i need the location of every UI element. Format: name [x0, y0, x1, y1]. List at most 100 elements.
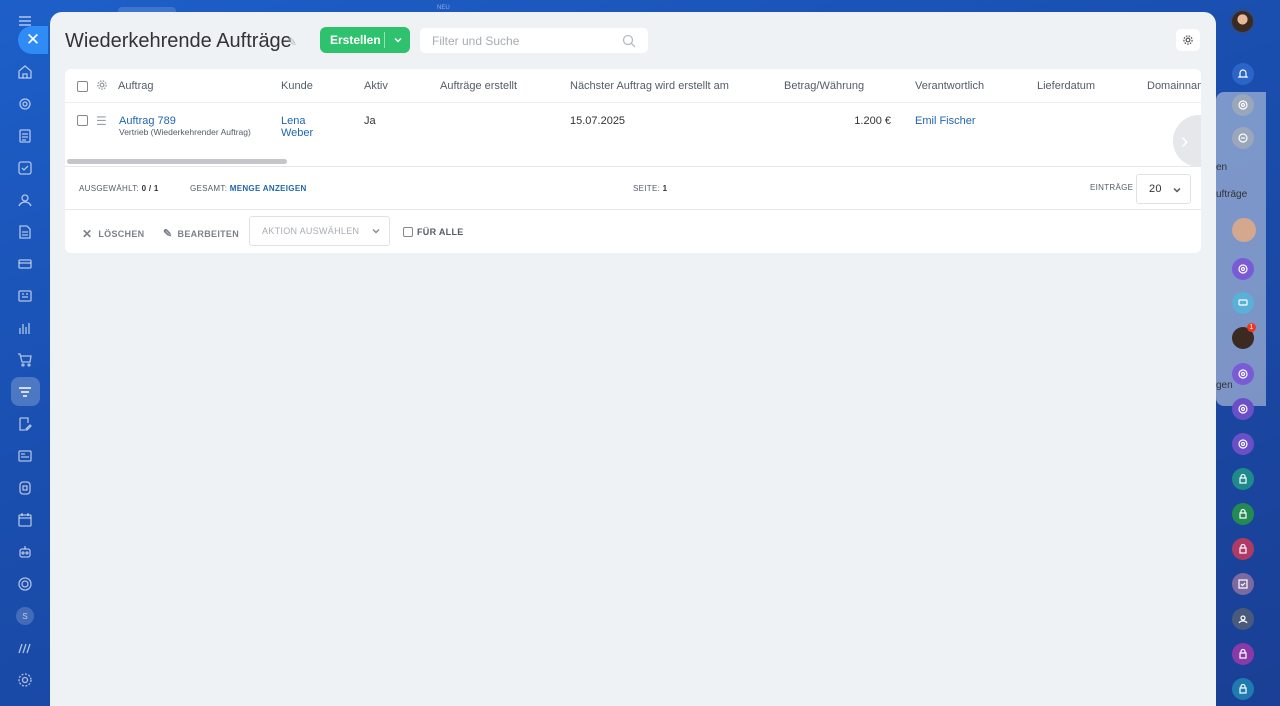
- column-header-active[interactable]: Aktiv: [364, 80, 388, 92]
- column-header-responsible[interactable]: Verantwortlich: [915, 80, 984, 92]
- left-sidebar: S: [0, 0, 50, 706]
- counter-icon[interactable]: S: [14, 605, 36, 627]
- spiral-icon[interactable]: [1232, 258, 1254, 280]
- spiral-icon[interactable]: [1232, 433, 1254, 455]
- entries-label: EINTRÄGE: [1090, 183, 1134, 192]
- chevron-right-icon: ›: [1181, 128, 1189, 153]
- filter-icon[interactable]: [14, 381, 36, 403]
- gear-icon: [1183, 35, 1193, 45]
- analytics-icon[interactable]: [14, 317, 36, 339]
- robot-icon[interactable]: [14, 541, 36, 563]
- row-menu-icon[interactable]: ☰: [96, 114, 107, 128]
- responsible-link[interactable]: Emil Fischer: [915, 115, 976, 127]
- chevron-down-icon: [371, 226, 381, 238]
- grid-footer: AUSGEWÄHLT: 0 / 1 GESAMT: MENGE ANZEIGEN…: [65, 168, 1201, 210]
- select-action-dropdown[interactable]: AKTION AUSWÄHLEN: [249, 216, 390, 246]
- checkbox-icon[interactable]: [1232, 573, 1254, 595]
- box-icon[interactable]: [14, 477, 36, 499]
- catalog-icon[interactable]: [14, 285, 36, 307]
- show-count-link[interactable]: MENGE ANZEIGEN: [230, 184, 307, 193]
- delete-button[interactable]: ✕ LÖSCHEN: [82, 227, 144, 241]
- lock-icon[interactable]: [1232, 503, 1254, 525]
- card-icon[interactable]: [14, 253, 36, 275]
- table-row[interactable]: ☰ Auftrag 789 Vertrieb (Wiederkehrender …: [65, 103, 1201, 157]
- select-all-checkbox[interactable]: [77, 81, 88, 92]
- scrollbar-thumb[interactable]: [67, 159, 287, 164]
- amount-value: 1.200 €: [854, 115, 891, 127]
- grid-settings-button[interactable]: [1176, 29, 1200, 51]
- order-cell: Auftrag 789 Vertrieb (Wiederkehrender Au…: [119, 115, 259, 138]
- for-all-checkbox[interactable]: FÜR ALLE: [403, 227, 464, 237]
- home-icon[interactable]: [14, 61, 36, 83]
- chat-search-icon[interactable]: [1232, 127, 1254, 149]
- calendar-icon[interactable]: [14, 509, 36, 531]
- task-icon[interactable]: [14, 157, 36, 179]
- page-title: Wiederkehrende Aufträge: [65, 30, 292, 52]
- column-header-next-order[interactable]: Nächster Auftrag wird erstellt am: [570, 80, 729, 92]
- search-icon[interactable]: [622, 34, 636, 48]
- entries-per-page-select[interactable]: 20: [1136, 174, 1191, 204]
- row-checkbox[interactable]: [77, 115, 88, 126]
- lock-icon[interactable]: [1232, 643, 1254, 665]
- customer-link[interactable]: Lena Weber: [281, 115, 321, 139]
- target-icon[interactable]: [14, 573, 36, 595]
- order-subtitle: Vertrieb (Wiederkehrender Auftrag): [119, 127, 251, 137]
- active-value: Ja: [364, 115, 376, 127]
- crm-icon[interactable]: [14, 93, 36, 115]
- column-header-delivery-date[interactable]: Lieferdatum: [1037, 80, 1095, 92]
- pencil-icon[interactable]: ✎: [287, 35, 297, 49]
- chevron-down-icon[interactable]: [385, 35, 410, 45]
- user-avatar[interactable]: [1230, 9, 1255, 34]
- column-header-orders-created[interactable]: Aufträge erstellt: [440, 80, 517, 92]
- page-indicator: SEITE: 1: [633, 184, 668, 193]
- close-slider-button[interactable]: ✕: [18, 26, 48, 54]
- column-header-domain[interactable]: Domainnam: [1147, 80, 1201, 92]
- total-count: GESAMT: MENGE ANZEIGEN: [190, 184, 307, 193]
- next-order-date: 15.07.2025: [570, 115, 626, 127]
- action-panel: ✕ LÖSCHEN ✎ BEARBEITEN AKTION AUSWÄHLEN …: [65, 210, 1201, 253]
- column-settings-icon[interactable]: [96, 79, 108, 94]
- spiral-icon[interactable]: [1232, 398, 1254, 420]
- selected-count: AUSGEWÄHLT: 0 / 1: [79, 184, 159, 193]
- invoice-icon[interactable]: [14, 221, 36, 243]
- spiral-icon[interactable]: [1232, 94, 1254, 116]
- bell-icon[interactable]: [1232, 63, 1254, 85]
- close-icon: ✕: [82, 227, 93, 241]
- marketplace-icon[interactable]: [14, 637, 36, 659]
- settings-icon[interactable]: [14, 669, 36, 691]
- notification-badge: 1: [1247, 323, 1256, 332]
- chat-icon[interactable]: [1232, 292, 1254, 314]
- horizontal-scrollbar[interactable]: [65, 157, 1201, 167]
- order-link[interactable]: Auftrag 789: [119, 115, 259, 127]
- contact-avatar[interactable]: [1232, 218, 1256, 242]
- slider-panel: Wiederkehrende Aufträge ✎ Erstellen Auft…: [50, 12, 1216, 706]
- partial-label-1: en: [1216, 162, 1228, 173]
- lock-icon[interactable]: [1232, 538, 1254, 560]
- filter-search[interactable]: [420, 28, 648, 53]
- id-card-icon[interactable]: [14, 445, 36, 467]
- lock-icon[interactable]: [1232, 678, 1254, 700]
- partial-label-2: ufträge: [1216, 189, 1248, 200]
- search-input[interactable]: [432, 33, 622, 48]
- group-icon[interactable]: [1232, 608, 1254, 630]
- edit-doc-icon[interactable]: [14, 413, 36, 435]
- checkbox-box[interactable]: [403, 227, 413, 237]
- document-icon[interactable]: [14, 125, 36, 147]
- chevron-down-icon: [1172, 185, 1182, 198]
- contacts-icon[interactable]: [14, 189, 36, 211]
- partial-label-3: gen: [1216, 380, 1233, 391]
- new-label: NEU: [437, 5, 450, 11]
- column-header-order[interactable]: Auftrag: [118, 80, 153, 92]
- grid-header: Auftrag Kunde Aktiv Aufträge erstellt Nä…: [65, 69, 1201, 103]
- pencil-icon: ✎: [163, 228, 173, 240]
- close-icon: ✕: [25, 30, 41, 49]
- lock-icon[interactable]: [1232, 468, 1254, 490]
- spiral-icon[interactable]: [1232, 363, 1254, 385]
- orders-grid: Auftrag Kunde Aktiv Aufträge erstellt Nä…: [65, 69, 1201, 253]
- create-button[interactable]: Erstellen: [320, 27, 410, 53]
- edit-button[interactable]: ✎ BEARBEITEN: [163, 227, 239, 240]
- column-header-amount[interactable]: Betrag/Währung: [784, 80, 864, 92]
- cart-icon[interactable]: [14, 349, 36, 371]
- column-header-customer[interactable]: Kunde: [281, 80, 313, 92]
- create-button-label: Erstellen: [330, 33, 381, 47]
